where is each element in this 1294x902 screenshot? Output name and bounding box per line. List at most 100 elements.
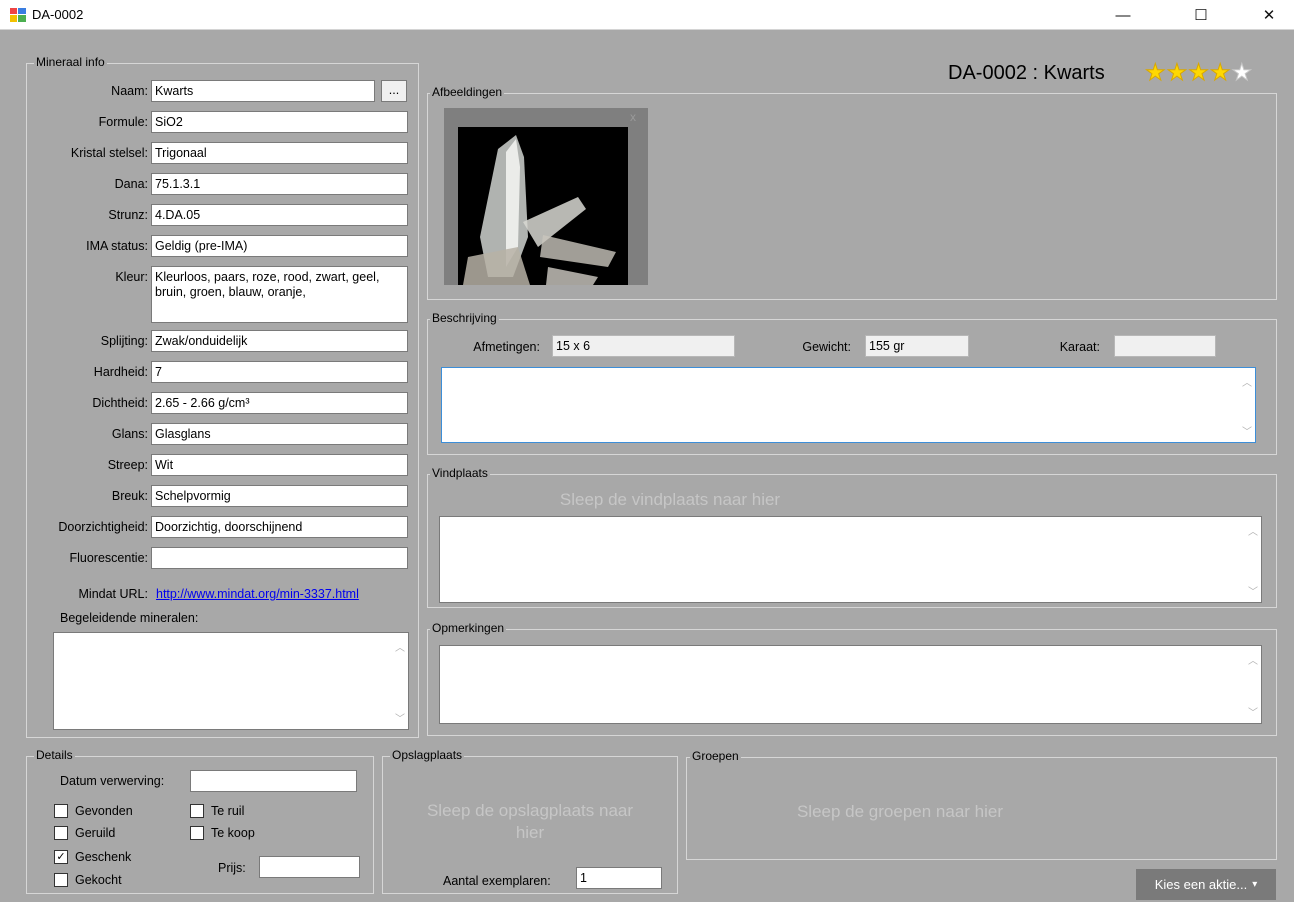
dimensions-label: Afmetingen: xyxy=(473,340,540,354)
field-label: Naam: xyxy=(111,84,148,98)
mineral-info-legend: Mineraal info xyxy=(34,55,107,69)
quartz-photo xyxy=(458,127,628,285)
checkbox-label: Geruild xyxy=(75,826,116,840)
scrollbar[interactable]: ︿ ﹀ xyxy=(1244,517,1261,602)
checkbox-option[interactable]: Gevonden xyxy=(54,804,133,818)
checkbox-unchecked-icon[interactable] xyxy=(54,873,68,887)
field-value[interactable]: Geldig (pre-IMA) xyxy=(151,235,408,257)
remove-image-icon[interactable]: x xyxy=(630,110,636,124)
carat-label: Karaat: xyxy=(1059,340,1100,354)
checkbox-label: Te koop xyxy=(211,826,255,840)
field-label: Dichtheid: xyxy=(92,396,148,410)
field-value[interactable] xyxy=(151,547,408,569)
scrollbar[interactable]: ︿ ﹀ xyxy=(1244,646,1261,723)
mindat-label: Mindat URL: xyxy=(78,587,148,601)
field-value[interactable]: Kwarts xyxy=(151,80,375,102)
checkbox-label: Gekocht xyxy=(75,873,122,887)
scroll-up-icon[interactable]: ︿ xyxy=(1248,652,1258,667)
scroll-up-icon[interactable]: ︿ xyxy=(395,639,405,654)
star-filled-icon[interactable]: ★ xyxy=(1145,60,1167,84)
remarks-textarea[interactable]: ︿ ﹀ xyxy=(439,645,1262,724)
star-empty-icon[interactable]: ★ xyxy=(1231,60,1253,84)
field-value[interactable]: Glasglans xyxy=(151,423,408,445)
checkbox-option[interactable]: Te koop xyxy=(190,826,255,840)
choose-action-button[interactable]: Kies een aktie... ▾ xyxy=(1136,869,1276,900)
acquired-date-label: Datum verwerving: xyxy=(60,774,165,788)
scroll-down-icon[interactable]: ﹀ xyxy=(1248,704,1258,719)
scroll-up-icon[interactable]: ︿ xyxy=(1242,374,1252,389)
remarks-legend: Opmerkingen xyxy=(430,621,507,635)
field-value[interactable]: Doorzichtig, doorschijnend xyxy=(151,516,408,538)
field-value[interactable]: Trigonaal xyxy=(151,142,408,164)
description-legend: Beschrijving xyxy=(430,311,499,325)
close-button[interactable]: ✕ xyxy=(1246,0,1292,30)
field-label: Formule: xyxy=(98,115,148,129)
checkbox-unchecked-icon[interactable] xyxy=(190,826,204,840)
checkbox-option[interactable]: Gekocht xyxy=(54,873,122,887)
scrollbar[interactable]: ︿ ﹀ xyxy=(1238,368,1255,442)
checkbox-option[interactable]: Geruild xyxy=(54,826,115,840)
minimize-button[interactable]: — xyxy=(1100,0,1146,30)
dimensions-field[interactable]: 15 x 6 xyxy=(552,335,735,357)
carat-field[interactable] xyxy=(1114,335,1216,357)
field-value[interactable]: Zwak/onduidelijk xyxy=(151,330,408,352)
location-textarea[interactable]: ︿ ﹀ xyxy=(439,516,1262,603)
checkbox-label: Gevonden xyxy=(75,804,133,818)
checkbox-option[interactable]: ✓ Geschenk xyxy=(54,850,131,864)
checkbox-unchecked-icon[interactable] xyxy=(54,804,68,818)
details-legend: Details xyxy=(34,748,75,762)
star-filled-icon[interactable]: ★ xyxy=(1166,60,1188,84)
field-label: Splijting: xyxy=(100,334,148,348)
storage-legend: Opslagplaats xyxy=(390,748,465,762)
star-filled-icon[interactable]: ★ xyxy=(1188,60,1210,84)
dropdown-arrow-icon: ▾ xyxy=(1252,879,1258,890)
image-thumbnail[interactable]: x xyxy=(444,108,648,285)
weight-field[interactable]: 155 gr xyxy=(865,335,969,357)
rating-stars[interactable]: ★ ★ ★ ★ ★ xyxy=(1145,60,1253,84)
specimen-title: DA-0002 : Kwarts xyxy=(948,62,1105,84)
field-label: Fluorescentie: xyxy=(69,551,148,565)
accompanying-minerals-textarea[interactable]: ︿ ﹀ xyxy=(53,632,409,730)
browse-button[interactable]: ... xyxy=(381,80,407,102)
app-icon xyxy=(10,8,26,22)
field-value[interactable]: 2.65 - 2.66 g/cm³ xyxy=(151,392,408,414)
star-filled-icon[interactable]: ★ xyxy=(1209,60,1231,84)
weight-label: Gewicht: xyxy=(802,340,851,354)
scroll-down-icon[interactable]: ﹀ xyxy=(395,710,405,725)
images-legend: Afbeeldingen xyxy=(430,85,505,99)
location-legend: Vindplaats xyxy=(430,466,490,480)
scrollbar[interactable]: ︿ ﹀ xyxy=(391,633,408,729)
field-value[interactable]: Wit xyxy=(151,454,408,476)
field-value[interactable]: 7 xyxy=(151,361,408,383)
field-value[interactable]: 75.1.3.1 xyxy=(151,173,408,195)
description-textarea[interactable]: ︿ ﹀ xyxy=(441,367,1256,443)
field-label: IMA status: xyxy=(86,239,148,253)
mindat-link[interactable]: http://www.mindat.org/min-3337.html xyxy=(156,587,359,601)
field-value[interactable]: 4.DA.05 xyxy=(151,204,408,226)
field-label: Kleur: xyxy=(115,270,148,284)
checkbox-checked-icon[interactable]: ✓ xyxy=(54,850,68,864)
checkbox-option[interactable]: Te ruil xyxy=(190,804,244,818)
field-value[interactable]: Schelpvormig xyxy=(151,485,408,507)
checkbox-unchecked-icon[interactable] xyxy=(190,804,204,818)
price-label: Prijs: xyxy=(218,861,246,875)
field-value[interactable]: Kleurloos, paars, roze, rood, zwart, gee… xyxy=(151,266,408,323)
field-label: Breuk: xyxy=(111,489,148,503)
scroll-up-icon[interactable]: ︿ xyxy=(1248,523,1258,538)
maximize-button[interactable]: ☐ xyxy=(1178,0,1224,30)
checkbox-unchecked-icon[interactable] xyxy=(54,826,68,840)
scroll-down-icon[interactable]: ﹀ xyxy=(1242,423,1252,438)
copies-field[interactable]: 1 xyxy=(576,867,662,889)
acquired-date-field[interactable] xyxy=(190,770,357,792)
accompanying-minerals-label: Begeleidende mineralen: xyxy=(60,611,199,625)
scroll-down-icon[interactable]: ﹀ xyxy=(1248,583,1258,598)
copies-label: Aantal exemplaren: xyxy=(443,874,551,888)
price-field[interactable] xyxy=(259,856,360,878)
field-label: Kristal stelsel: xyxy=(70,146,148,160)
field-label: Glans: xyxy=(111,427,148,441)
field-label: Dana: xyxy=(114,177,148,191)
field-label: Streep: xyxy=(107,458,148,472)
choose-action-label: Kies een aktie... xyxy=(1154,877,1248,892)
storage-drop-hint: Sleep de opslagplaats naar hier xyxy=(426,801,634,842)
field-value[interactable]: SiO2 xyxy=(151,111,408,133)
